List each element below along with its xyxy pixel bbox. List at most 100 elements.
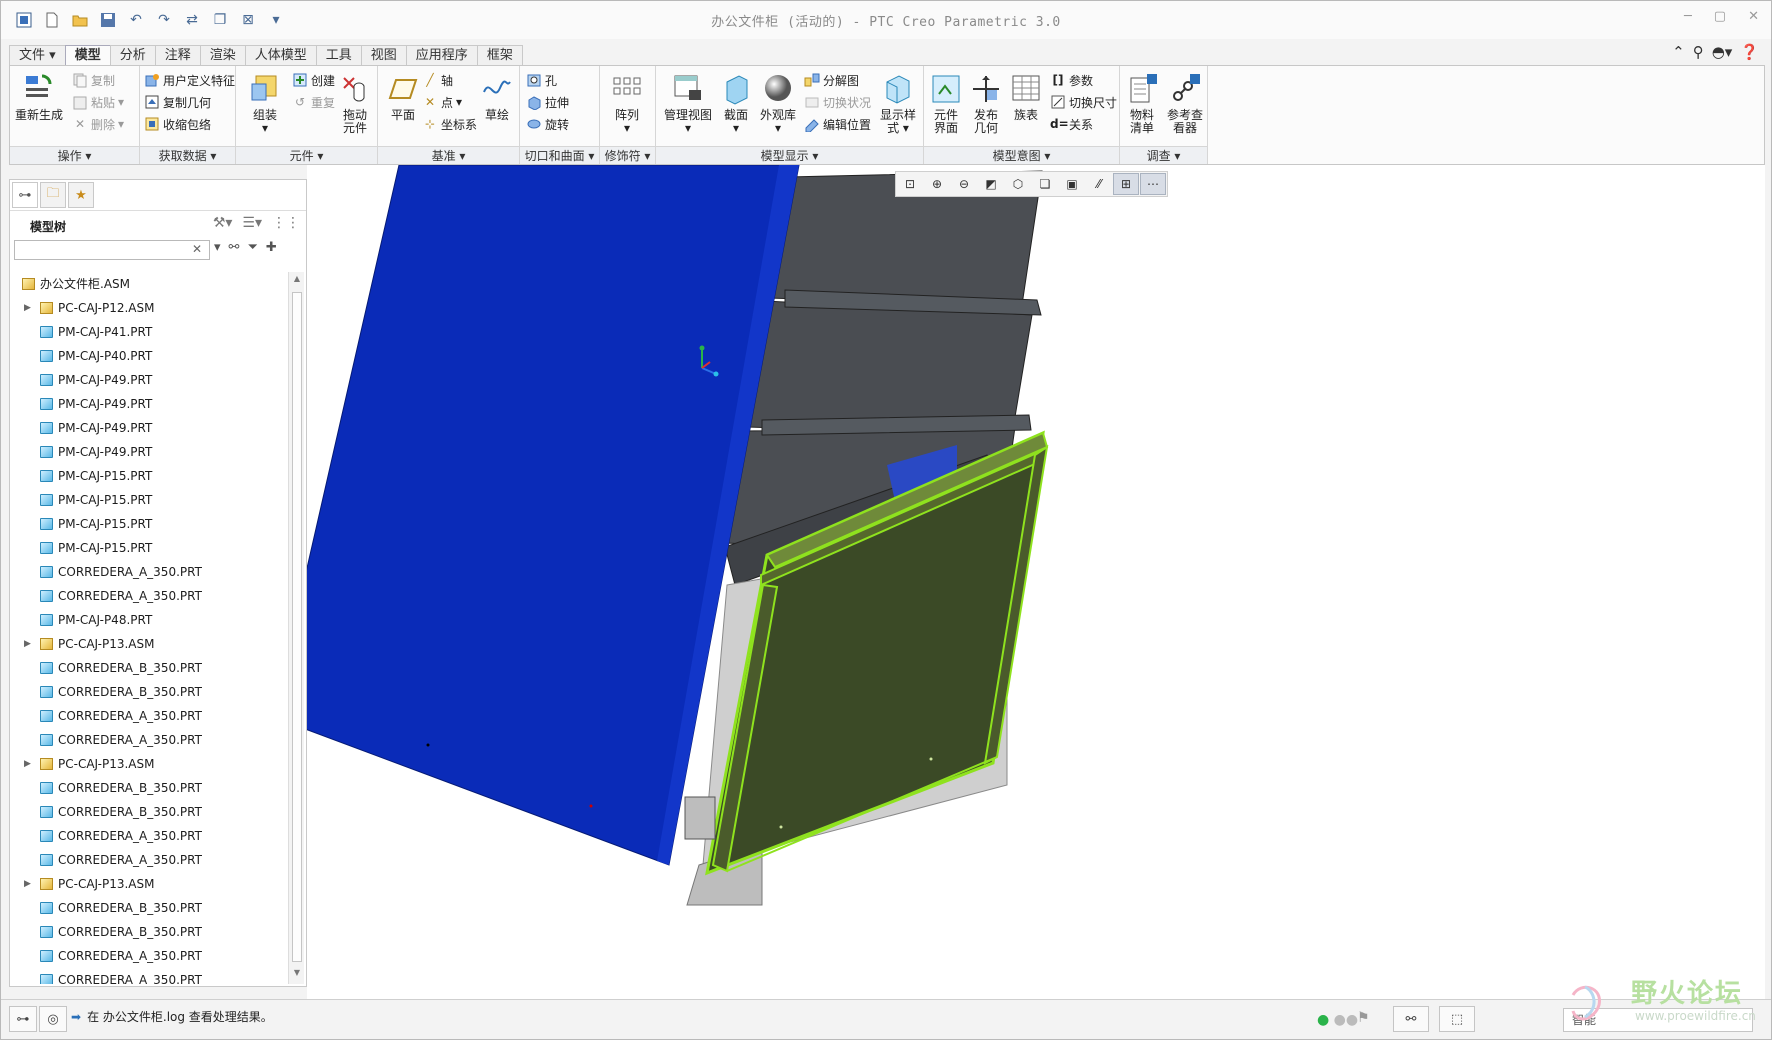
tree-node[interactable]: CORREDERA_A_350.PRT [10, 824, 288, 848]
sketch-button[interactable]: 草绘 [472, 72, 522, 122]
scroll-down-icon[interactable]: ▼ [289, 968, 305, 982]
drag-component-button[interactable]: 拖动 元件 [330, 72, 380, 135]
annotation-display-icon[interactable]: ⋯ [1140, 173, 1166, 195]
tree-columns-icon[interactable]: ☰▾ [242, 215, 262, 231]
manage-views-button[interactable]: 管理视图 ▾ [660, 72, 716, 135]
group-label-component[interactable]: 元件 ▾ [236, 146, 377, 164]
tree-node[interactable]: ▶ PC-CAJ-P13.ASM [10, 632, 288, 656]
tree-node[interactable]: CORREDERA_B_350.PRT [10, 896, 288, 920]
group-label-cut-surface[interactable]: 切口和曲面 ▾ [520, 146, 599, 164]
tab-file[interactable]: 文件 ▾ [9, 45, 66, 67]
scrollbar-thumb[interactable] [292, 292, 302, 962]
zoom-in-icon[interactable]: ⊕ [924, 173, 950, 195]
tree-node[interactable]: CORREDERA_B_350.PRT [10, 776, 288, 800]
group-label-investigate[interactable]: 调查 ▾ [1120, 146, 1207, 164]
refit-icon[interactable]: ⊡ [897, 173, 923, 195]
clear-search-icon[interactable]: ✕ [192, 242, 202, 256]
tree-node[interactable]: CORREDERA_B_350.PRT [10, 680, 288, 704]
folder-browser-tab-icon[interactable]: 🗀 [40, 182, 66, 208]
zoom-out-icon[interactable]: ⊖ [951, 173, 977, 195]
tree-node[interactable]: PM-CAJ-P48.PRT [10, 608, 288, 632]
model-3d-view[interactable] [307, 165, 1765, 999]
group-label-datum[interactable]: 基准 ▾ [378, 146, 519, 164]
tree-search-input[interactable] [14, 240, 210, 260]
edit-position-button[interactable]: 编辑位置 [804, 114, 871, 134]
hole-button[interactable]: 孔 [526, 70, 557, 90]
tree-node[interactable]: CORREDERA_A_350.PRT [10, 584, 288, 608]
tab-annotate[interactable]: 注释 [154, 45, 201, 67]
copy-button[interactable]: 复制 [72, 70, 115, 90]
toggle-status-button[interactable]: 切换状况 [804, 92, 871, 112]
model-tree-tab-icon[interactable]: ⊶ [12, 182, 38, 208]
group-label-get-data[interactable]: 获取数据 ▾ [140, 146, 235, 164]
selection-filter-dropdown[interactable]: 智能 [1563, 1008, 1753, 1032]
tree-node[interactable]: CORREDERA_B_350.PRT [10, 656, 288, 680]
csys-button[interactable]: ⊹ 坐标系 [422, 114, 477, 134]
exploded-view-button[interactable]: 分解图 [804, 70, 859, 90]
view-manager-icon[interactable]: ▣ [1059, 173, 1085, 195]
tree-node[interactable]: ▶ PC-CAJ-P12.ASM [10, 296, 288, 320]
regenerate-button[interactable]: 重新生成 [12, 72, 66, 122]
tree-node[interactable]: CORREDERA_A_350.PRT [10, 704, 288, 728]
scroll-up-icon[interactable]: ▲ [289, 274, 305, 288]
plane-button[interactable]: 平面 [378, 72, 428, 122]
search-icon[interactable]: ⚲ [1693, 43, 1704, 61]
flag-icon[interactable]: ⚑ [1357, 1010, 1370, 1026]
repeat-button[interactable]: ↺ 重复 [292, 92, 335, 112]
regen-status-icon[interactable]: ● ●● [1317, 1012, 1358, 1028]
axis-button[interactable]: ╱ 轴 [422, 70, 453, 90]
extrude-button[interactable]: 拉伸 [526, 92, 569, 112]
add-icon[interactable]: ✚ [266, 240, 277, 255]
tree-node[interactable]: PM-CAJ-P40.PRT [10, 344, 288, 368]
tree-node[interactable]: CORREDERA_A_350.PRT [10, 728, 288, 752]
tree-node[interactable]: PM-CAJ-P49.PRT [10, 392, 288, 416]
tree-node[interactable]: ▶ PC-CAJ-P13.ASM [10, 752, 288, 776]
publish-geometry-button[interactable]: 发布 几何 [964, 72, 1008, 135]
appearance-gallery-button[interactable]: 外观库 ▾ [756, 72, 800, 135]
tree-node[interactable]: CORREDERA_A_350.PRT [10, 560, 288, 584]
find-icon[interactable]: ⚯ [1393, 1006, 1429, 1032]
tab-tools[interactable]: 工具 [315, 45, 362, 67]
component-interface-button[interactable]: 元件 界面 [924, 72, 968, 135]
bom-button[interactable]: 物料 清单 [1120, 72, 1164, 135]
delete-button[interactable]: ✕ 删除 ▾ [72, 114, 124, 134]
tree-node[interactable]: CORREDERA_A_350.PRT [10, 968, 288, 984]
drawer-front-2[interactable] [746, 300, 1033, 436]
tree-node[interactable]: PM-CAJ-P49.PRT [10, 368, 288, 392]
tree-settings-icon[interactable]: ⚒▾ [213, 215, 233, 231]
binoculars-icon[interactable]: ⚯ [229, 240, 240, 255]
copy-geometry-button[interactable]: 复制几何 [144, 92, 211, 112]
tree-node[interactable]: CORREDERA_B_350.PRT [10, 800, 288, 824]
tree-node[interactable]: PM-CAJ-P15.PRT [10, 488, 288, 512]
display-style-button[interactable]: 显示样式 ▾ [874, 72, 922, 135]
tree-node[interactable]: CORREDERA_A_350.PRT [10, 944, 288, 968]
group-label-model-intent[interactable]: 模型意图 ▾ [924, 146, 1119, 164]
paste-button[interactable]: 粘贴 ▾ [72, 92, 124, 112]
minimize-icon[interactable]: ─ [1684, 9, 1692, 24]
tab-render[interactable]: 渲染 [199, 45, 246, 67]
tree-node[interactable]: CORREDERA_B_350.PRT [10, 920, 288, 944]
create-component-button[interactable]: 创建 [292, 70, 335, 90]
reference-viewer-button[interactable]: 参考查 看器 [1162, 72, 1208, 135]
tree-node[interactable]: 办公文件柜.ASM [10, 272, 288, 296]
collapse-ribbon-icon[interactable]: ⌃ [1672, 43, 1685, 61]
tree-node[interactable]: CORREDERA_A_350.PRT [10, 848, 288, 872]
search-dropdown-icon[interactable]: ▾ [214, 240, 221, 255]
parameters-button[interactable]: [] 参数 [1050, 70, 1094, 90]
show-navigator-icon[interactable]: ⊶ [9, 1006, 37, 1032]
spin-center-icon[interactable]: ⊞ [1113, 173, 1139, 195]
tree-node[interactable]: PM-CAJ-P49.PRT [10, 440, 288, 464]
command-search-icon[interactable]: ◓▾ [1712, 43, 1733, 61]
group-label-modifiers[interactable]: 修饰符 ▾ [600, 146, 655, 164]
group-label-operations[interactable]: 操作 ▾ [10, 146, 139, 164]
graphics-window[interactable]: ⊡ ⊕ ⊖ ◩ ⬡ ❏ ▣ ⁄⁄ ⊞ ⋯ [307, 165, 1765, 999]
tab-framework[interactable]: 框架 [476, 45, 523, 67]
datum-display-icon[interactable]: ⁄⁄ [1086, 173, 1112, 195]
shrinkwrap-button[interactable]: 收缩包络 [144, 114, 211, 134]
tree-node[interactable]: PM-CAJ-P15.PRT [10, 464, 288, 488]
tree-scrollbar[interactable]: ▲ ▼ [288, 272, 304, 984]
pattern-button[interactable]: 阵列 ▾ [602, 72, 652, 135]
help-icon[interactable]: ❓ [1740, 43, 1759, 61]
selection-filter-icon[interactable]: ⬚ [1439, 1006, 1475, 1032]
repaint-icon[interactable]: ◩ [978, 173, 1004, 195]
